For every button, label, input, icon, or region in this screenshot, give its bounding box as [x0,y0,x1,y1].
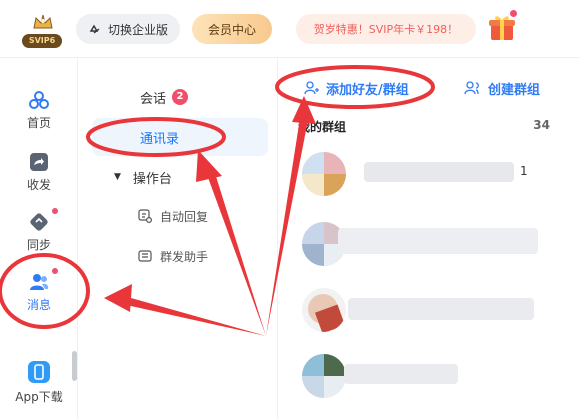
share-icon [30,153,48,171]
switch-enterprise-button[interactable]: 切换企业版 [76,14,180,44]
nav-transfer-label: 收发 [26,178,51,192]
home-icon [29,91,49,109]
sync-notification-dot [52,208,58,214]
broadcast-icon [138,250,152,262]
add-friend-group-label: 添加好友/群组 [326,82,409,98]
nav-home-label: 首页 [26,116,51,130]
crown-icon [33,14,53,29]
svip-level-tag: SVIP6 [22,34,62,48]
nav-messages-label: 消息 [26,298,51,312]
menu-session-label: 会话 [140,91,167,107]
menu-console-label: 操作台 [132,171,172,187]
create-group-icon [464,81,479,95]
menu-contacts[interactable]: 通讯录 [92,118,268,156]
blurred-name [348,298,534,320]
messages-notification-dot [52,268,58,274]
nav-app-download-label: App下载 [15,390,63,404]
nav-home[interactable]: 首页 [0,84,78,136]
menu-broadcast[interactable]: 群发助手 [138,244,268,268]
auto-reply-icon [138,209,152,223]
menu-session[interactable]: 会话 2 [92,78,268,116]
caret-down-icon: ▼ [114,172,121,182]
contacts-icon [30,274,49,290]
nav-messages[interactable]: 消息 [0,266,78,318]
menu-contacts-label: 通讯录 [140,131,180,147]
nav-sync-label: 同步 [26,238,51,252]
menu-auto-reply-label: 自动回复 [160,209,209,224]
create-group-label: 创建群组 [488,82,541,98]
group-avatar [302,152,346,196]
switch-enterprise-label: 切换企业版 [108,22,169,37]
sync-icon [30,213,48,231]
group-name-suffix: 1 [520,164,528,178]
group-avatar [302,354,346,398]
add-user-icon [304,81,319,95]
blurred-name [338,228,538,254]
add-friend-group-button[interactable]: 添加好友/群组 [304,76,409,100]
gift-notification-dot [510,10,517,17]
group-avatar [302,288,346,332]
group-list-item[interactable] [298,350,560,400]
message-menu-panel: 会话 2 通讯录 ▼ 操作台 自动回复 群发助手 [78,58,278,419]
nav-transfer[interactable]: 收发 [0,146,78,198]
blurred-name [344,364,458,384]
my-groups-count: 34 [533,118,550,132]
my-groups-title: 我的群组 [298,120,347,134]
create-group-button[interactable]: 创建群组 [464,76,540,100]
app-window: SVIP6 切换企业版 会员中心 贺岁特惠！SVIP年卡￥198！ 首页 收发 … [0,0,580,419]
blurred-name [364,162,514,182]
group-list-item[interactable] [298,284,560,334]
contacts-panel: 添加好友/群组 创建群组 我的群组 34 1 [278,58,580,419]
menu-broadcast-label: 群发助手 [160,249,209,264]
mobile-icon [28,361,50,383]
nav-app-download[interactable]: App下载 [0,358,78,410]
group-list-item[interactable] [298,218,560,268]
svip-logo[interactable]: SVIP6 [20,12,64,48]
left-nav-rail: 首页 收发 同步 消息 App下载 [0,58,78,419]
session-unread-badge: 2 [172,89,189,105]
switch-icon [89,24,100,34]
top-header: SVIP6 切换企业版 会员中心 贺岁特惠！SVIP年卡￥198！ [0,0,580,58]
menu-auto-reply[interactable]: 自动回复 [138,204,268,228]
rail-scrollbar[interactable] [72,351,77,381]
menu-console[interactable]: ▼ 操作台 [92,158,268,196]
nav-sync[interactable]: 同步 [0,206,78,258]
vip-center-button[interactable]: 会员中心 [192,14,272,44]
my-groups-header[interactable]: 我的群组 34 [298,118,570,138]
promo-banner[interactable]: 贺岁特惠！SVIP年卡￥198！ [296,14,476,44]
group-list-item[interactable]: 1 [298,148,560,198]
